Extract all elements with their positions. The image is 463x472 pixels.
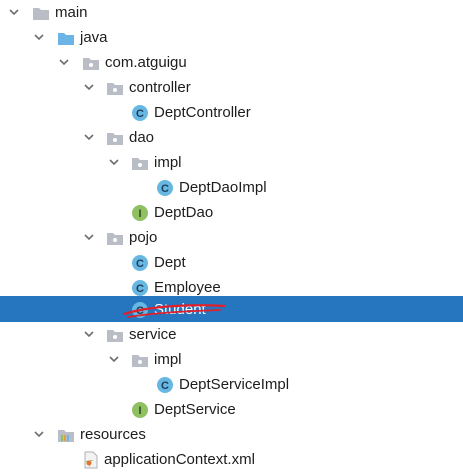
tree-node-label: DeptService bbox=[154, 401, 236, 418]
tree-node-label: pojo bbox=[129, 229, 158, 246]
tree-node-dept-controller[interactable]: DeptController bbox=[0, 100, 463, 125]
folder-icon bbox=[32, 4, 50, 22]
tree-node-label: controller bbox=[129, 79, 191, 96]
tree-node-label: java bbox=[80, 29, 108, 46]
package-icon bbox=[106, 326, 124, 344]
class-icon bbox=[156, 179, 174, 197]
tree-node-dept-dao-impl[interactable]: DeptDaoImpl bbox=[0, 175, 463, 200]
tree-node-label: DeptDaoImpl bbox=[179, 179, 267, 196]
expand-arrow-icon[interactable] bbox=[108, 156, 120, 168]
tree-node-label: Student bbox=[154, 301, 206, 318]
class-icon bbox=[156, 376, 174, 394]
tree-node-dao[interactable]: dao bbox=[0, 125, 463, 150]
package-icon bbox=[131, 351, 149, 369]
tree-node-label: DeptServiceImpl bbox=[179, 376, 290, 393]
tree-node-label: applicationContext.xml bbox=[104, 451, 255, 468]
class-icon bbox=[131, 301, 149, 319]
tree-node-dao-impl[interactable]: impl bbox=[0, 150, 463, 175]
tree-node-package[interactable]: com.atguigu bbox=[0, 50, 463, 75]
tree-node-dept[interactable]: Dept bbox=[0, 250, 463, 275]
tree-node-label: Dept bbox=[154, 254, 186, 271]
tree-node-label: com.atguigu bbox=[105, 54, 187, 71]
expand-arrow-icon[interactable] bbox=[8, 6, 20, 18]
package-icon bbox=[106, 129, 124, 147]
tree-node-label: Employee bbox=[154, 279, 221, 296]
package-icon bbox=[106, 79, 124, 97]
expand-arrow-icon[interactable] bbox=[33, 428, 45, 440]
xml-file-icon bbox=[82, 451, 100, 469]
tree-node-pojo[interactable]: pojo bbox=[0, 225, 463, 250]
tree-node-service-impl[interactable]: impl bbox=[0, 347, 463, 372]
tree-node-service[interactable]: service bbox=[0, 322, 463, 347]
tree-node-label: DeptController bbox=[154, 104, 251, 121]
tree-node-application-context[interactable]: applicationContext.xml bbox=[0, 447, 463, 472]
package-icon bbox=[131, 154, 149, 172]
expand-arrow-icon[interactable] bbox=[33, 31, 45, 43]
interface-icon bbox=[131, 401, 149, 419]
tree-node-label: dao bbox=[129, 129, 155, 146]
class-icon bbox=[131, 104, 149, 122]
class-icon bbox=[131, 279, 149, 297]
package-icon bbox=[82, 54, 100, 72]
tree-node-resources[interactable]: resources bbox=[0, 422, 463, 447]
expand-arrow-icon[interactable] bbox=[58, 56, 70, 68]
tree-node-java[interactable]: java bbox=[0, 25, 463, 50]
tree-node-student[interactable]: Student bbox=[0, 296, 463, 322]
interface-icon bbox=[131, 204, 149, 222]
expand-arrow-icon[interactable] bbox=[83, 328, 95, 340]
tree-node-main[interactable]: main bbox=[0, 0, 463, 25]
package-icon bbox=[106, 229, 124, 247]
expand-arrow-icon[interactable] bbox=[83, 81, 95, 93]
tree-node-dept-service-impl[interactable]: DeptServiceImpl bbox=[0, 372, 463, 397]
tree-node-controller[interactable]: controller bbox=[0, 75, 463, 100]
resources-folder-icon bbox=[57, 426, 75, 444]
tree-node-label: service bbox=[129, 326, 177, 343]
class-icon bbox=[131, 254, 149, 272]
expand-arrow-icon[interactable] bbox=[83, 131, 95, 143]
expand-arrow-icon[interactable] bbox=[83, 231, 95, 243]
expand-arrow-icon[interactable] bbox=[108, 353, 120, 365]
tree-node-label: main bbox=[55, 4, 88, 21]
tree-node-label: impl bbox=[154, 154, 182, 171]
tree-node-label: impl bbox=[154, 351, 182, 368]
tree-node-label: DeptDao bbox=[154, 204, 214, 221]
tree-node-dept-service[interactable]: DeptService bbox=[0, 397, 463, 422]
tree-node-dept-dao[interactable]: DeptDao bbox=[0, 200, 463, 225]
tree-node-label: resources bbox=[80, 426, 146, 443]
source-folder-icon bbox=[57, 29, 75, 47]
